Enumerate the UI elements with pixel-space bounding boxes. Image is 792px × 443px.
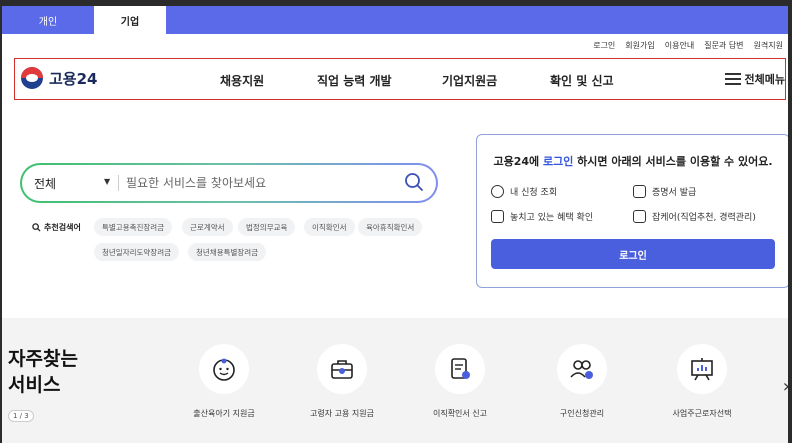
- keyword-chip[interactable]: 법정의무교육: [238, 218, 296, 236]
- keyword-chip[interactable]: 특별고용촉진장려금: [94, 218, 173, 236]
- search-bar: 전체 ▼: [20, 163, 438, 203]
- login-card: 고용24에 로그인 하시면 아래의 서비스를 이용할 수 있어요. 내 신청 조…: [476, 134, 788, 288]
- search-divider: [118, 175, 119, 191]
- pager-indicator[interactable]: 1 / 3: [8, 410, 34, 422]
- service-item[interactable]: 이직확인서 신고: [410, 344, 510, 419]
- section-title: 자주찾는 서비스: [8, 348, 78, 396]
- login-card-title: 고용24에 로그인 하시면 아래의 서비스를 이용할 수 있어요.: [493, 155, 773, 168]
- document-check-icon: [491, 210, 504, 223]
- certificate-item[interactable]: 증명서 발급: [633, 185, 696, 198]
- jobcare-item[interactable]: 잡케어(직업추천, 경력관리): [633, 210, 756, 223]
- magnifier-icon: [32, 223, 41, 232]
- keyword-chip[interactable]: 청년채용특별장려금: [188, 243, 267, 261]
- service-item[interactable]: 고령자 고용 지원금: [292, 344, 392, 419]
- my-application-item[interactable]: 내 신청 조회: [491, 185, 557, 198]
- people-icon: [557, 344, 607, 394]
- keyword-chip[interactable]: 근로계약서: [182, 218, 233, 236]
- guide-link[interactable]: 이용안내: [660, 40, 699, 51]
- taegeuk-logo-icon: [21, 67, 43, 89]
- remote-support-link[interactable]: 원격지원: [749, 40, 788, 51]
- nav-vocational-training[interactable]: 직업 능력 개발: [317, 72, 392, 89]
- benefits-item[interactable]: 놓치고 있는 혜택 확인: [491, 210, 593, 223]
- baby-icon: [199, 344, 249, 394]
- keyword-chip[interactable]: 이직확인서: [304, 218, 355, 236]
- caret-down-icon[interactable]: ▼: [104, 177, 110, 186]
- qna-link[interactable]: 질문과 답변: [699, 40, 748, 51]
- presentation-board-icon: [677, 344, 727, 394]
- nav-verify-report[interactable]: 확인 및 신고: [550, 72, 614, 89]
- audience-tabbar: 개인 기업: [2, 6, 788, 34]
- all-menu-label: 전체메뉴: [744, 73, 785, 86]
- utility-links: 로그인 회원가입 이용안내 질문과 답변 원격지원: [588, 40, 788, 51]
- service-item[interactable]: 출산육아기 지원금: [174, 344, 274, 419]
- login-inline-link[interactable]: 로그인: [543, 155, 573, 168]
- search-icon[interactable]: [404, 172, 424, 196]
- frequent-services-section: 자주찾는 서비스 1 / 3 출산육아기 지원금 고령자 고용 지원금 이직확인…: [2, 318, 788, 443]
- nav-recruitment[interactable]: 채용지원: [220, 72, 264, 89]
- clipboard-icon: [633, 210, 646, 223]
- site-logo[interactable]: 고용24: [21, 67, 97, 89]
- login-link[interactable]: 로그인: [588, 40, 620, 51]
- application-icon: [491, 185, 504, 198]
- login-button[interactable]: 로그인: [491, 239, 775, 269]
- service-item[interactable]: 구인신청관리: [532, 344, 632, 419]
- next-arrow-icon[interactable]: ›: [783, 376, 788, 397]
- search-scope-select[interactable]: 전체: [34, 175, 56, 192]
- logo-text: 고용24: [49, 69, 98, 88]
- search-input[interactable]: [126, 173, 396, 193]
- all-menu-button[interactable]: 전체메뉴: [724, 71, 785, 87]
- main-header: 고용24 채용지원 직업 능력 개발 기업지원금 확인 및 신고 전체메뉴: [14, 58, 786, 100]
- recommended-keywords-label: 추천검색어: [32, 222, 81, 233]
- browser-page: 개인 기업 로그인 회원가입 이용안내 질문과 답변 원격지원 고용24 채용지…: [2, 6, 788, 443]
- tab-personal[interactable]: 개인: [2, 6, 94, 34]
- certificate-icon: [633, 185, 646, 198]
- briefcase-icon: [317, 344, 367, 394]
- hamburger-icon: [724, 73, 741, 85]
- keyword-chip[interactable]: 육아휴직확인서: [358, 218, 423, 236]
- keyword-chip[interactable]: 청년일자리도약장려금: [94, 243, 179, 261]
- service-item[interactable]: 사업주근로자선택: [652, 344, 752, 419]
- document-check-icon: [435, 344, 485, 394]
- nav-corporate-subsidy[interactable]: 기업지원금: [442, 72, 497, 89]
- tab-corporate[interactable]: 기업: [94, 6, 166, 34]
- signup-link[interactable]: 회원가입: [620, 40, 659, 51]
